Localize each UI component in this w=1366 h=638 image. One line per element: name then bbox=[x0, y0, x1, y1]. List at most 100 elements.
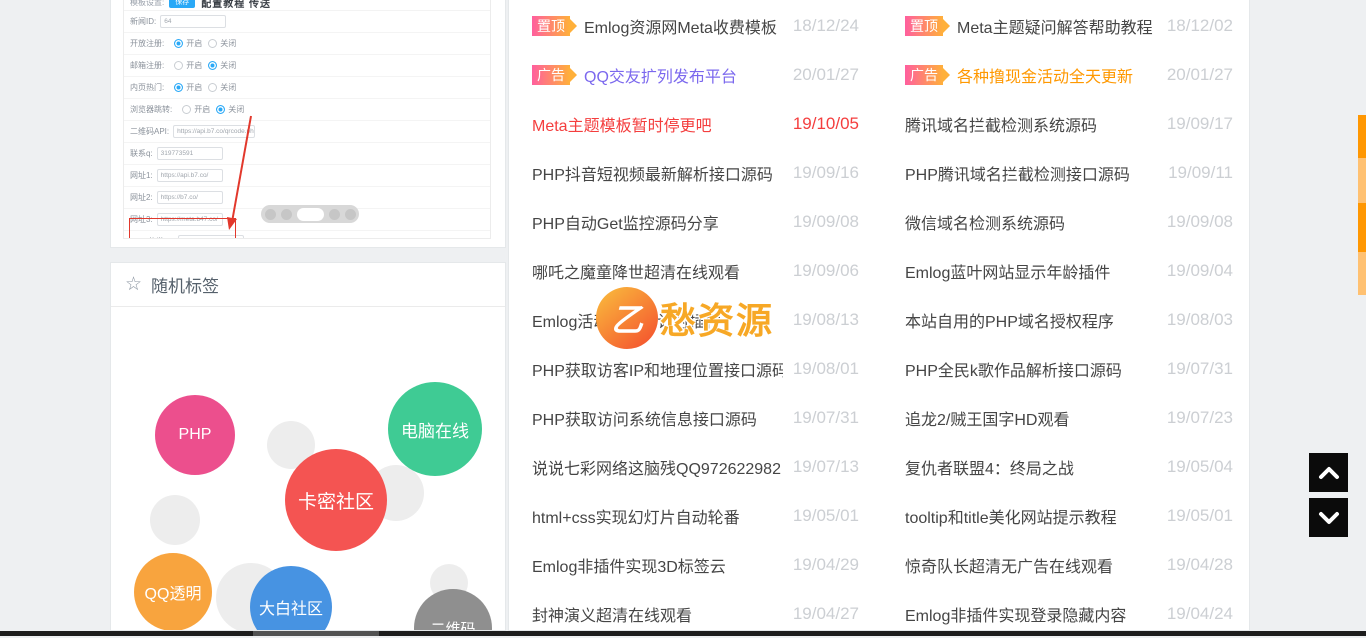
tag-decor-circle bbox=[150, 495, 200, 545]
article-title[interactable]: Emlog非插件实现3D标签云 bbox=[532, 553, 726, 577]
article-link[interactable]: Emlog蓝叶网站显示年龄插件 bbox=[905, 259, 1110, 283]
article-date: 19/09/08 bbox=[1167, 212, 1233, 232]
list-item: 惊奇队长超清无广告在线观看 19/04/28 bbox=[905, 540, 1233, 589]
article-title[interactable]: 复仇者联盟4：终局之战 bbox=[905, 455, 1074, 479]
article-title[interactable]: PHP获取访客IP和地理位置接口源码 bbox=[532, 357, 783, 381]
article-title[interactable]: PHP获取访问系统信息接口源码 bbox=[532, 406, 757, 430]
article-link[interactable]: PHP获取访问系统信息接口源码 bbox=[532, 406, 757, 430]
article-title[interactable]: 追龙2/贼王国字HD观看 bbox=[905, 406, 1069, 430]
list-item: Emlog非插件实现3D标签云19/04/29 bbox=[532, 540, 859, 589]
form-header-row: 模板设置: 保存 配置教程 传送 bbox=[124, 0, 490, 11]
article-link[interactable]: Emlog非插件实现3D标签云 bbox=[532, 553, 726, 577]
form-row: CMS分类ID:83,42,46,59,56,57 bbox=[124, 231, 490, 239]
article-title[interactable]: 微信域名检测系统源码 bbox=[905, 210, 1065, 234]
form-row: 浏览器跳转:开启关闭 bbox=[124, 99, 490, 121]
horizontal-scrollbar-thumb[interactable] bbox=[253, 631, 379, 636]
article-link[interactable]: 置顶Meta主题疑问解答帮助教程 bbox=[905, 14, 1153, 38]
carousel-dot[interactable] bbox=[345, 209, 356, 220]
article-title[interactable]: Emlog非插件实现登录隐藏内容 bbox=[905, 602, 1126, 626]
edge-widget-bar[interactable] bbox=[1358, 203, 1366, 252]
article-title[interactable]: tooltip和title美化网站提示教程 bbox=[905, 504, 1117, 528]
article-link[interactable]: 广告QQ交友扩列发布平台 bbox=[532, 63, 737, 87]
article-link[interactable]: 哪吒之魔童降世超清在线观看 bbox=[532, 259, 740, 283]
article-title[interactable]: Meta主题疑问解答帮助教程 bbox=[957, 14, 1153, 38]
horizontal-scrollbar-track[interactable] bbox=[0, 631, 1366, 636]
radio-option: 开启 bbox=[174, 82, 202, 93]
radio-option: 开启 bbox=[182, 104, 210, 115]
form-field-label: 网址1: bbox=[130, 170, 153, 181]
radio-option: 关闭 bbox=[208, 82, 236, 93]
article-title[interactable]: 说说七彩网络这脑残QQ972622982 bbox=[532, 455, 781, 479]
tag-item[interactable]: 二维码 bbox=[414, 589, 492, 630]
scroll-to-bottom-button[interactable] bbox=[1309, 498, 1348, 537]
carousel-dot[interactable] bbox=[265, 209, 276, 220]
article-title[interactable]: PHP腾讯域名拦截检测接口源码 bbox=[905, 161, 1130, 185]
radio-icon bbox=[174, 39, 183, 48]
radio-label: 开启 bbox=[186, 38, 202, 49]
scroll-to-top-button[interactable] bbox=[1309, 453, 1348, 492]
edge-widget-bar[interactable] bbox=[1358, 252, 1366, 295]
article-title[interactable]: html+css实现幻灯片自动轮番 bbox=[532, 504, 740, 528]
article-link[interactable]: 置顶Emlog资源网Meta收费模板 bbox=[532, 14, 777, 38]
form-row: 网址1: https://api.b7.co/ bbox=[124, 165, 490, 187]
article-link[interactable]: 微信域名检测系统源码 bbox=[905, 210, 1065, 234]
article-link[interactable]: PHP抖音短视频最新解析接口源码 bbox=[532, 161, 773, 185]
carousel-dot[interactable] bbox=[329, 209, 340, 220]
list-item: Emlog蓝叶网站显示年龄插件 19/09/04 bbox=[905, 246, 1233, 295]
form-field-value: 83,42,46,59,56,57 bbox=[178, 235, 244, 239]
radio-label: 开启 bbox=[186, 82, 202, 93]
tag-item[interactable]: 电脑在线 bbox=[388, 382, 482, 476]
tag-item[interactable]: QQ透明 bbox=[134, 553, 212, 630]
tags-card-title: 随机标签 bbox=[151, 272, 219, 297]
article-link[interactable]: Meta主题模板暂时停更吧 bbox=[532, 112, 712, 136]
form-field-value: https://api.b7.co/ bbox=[157, 169, 223, 182]
carousel-dot[interactable] bbox=[297, 208, 324, 221]
list-item: 广告QQ交友扩列发布平台20/01/27 bbox=[532, 50, 859, 99]
radio-label: 关闭 bbox=[228, 104, 244, 115]
radio-icon bbox=[174, 83, 183, 92]
article-link[interactable]: PHP全民k歌作品解析接口源码 bbox=[905, 357, 1122, 381]
article-link[interactable]: tooltip和title美化网站提示教程 bbox=[905, 504, 1117, 528]
article-title[interactable]: PHP抖音短视频最新解析接口源码 bbox=[532, 161, 773, 185]
article-link[interactable]: 复仇者联盟4：终局之战 bbox=[905, 455, 1074, 479]
article-link[interactable]: 惊奇队长超清无广告在线观看 bbox=[905, 553, 1113, 577]
article-link[interactable]: 广告各种撸现金活动全天更新 bbox=[905, 63, 1133, 87]
carousel-dot[interactable] bbox=[281, 209, 292, 220]
article-title[interactable]: PHP全民k歌作品解析接口源码 bbox=[905, 357, 1122, 381]
article-link[interactable]: PHP自动Get监控源码分享 bbox=[532, 210, 719, 234]
article-date: 18/12/02 bbox=[1167, 16, 1233, 36]
article-link[interactable]: 追龙2/贼王国字HD观看 bbox=[905, 406, 1069, 430]
tag-item[interactable]: 卡密社区 bbox=[285, 449, 387, 551]
article-title[interactable]: 封神演义超清在线观看 bbox=[532, 602, 692, 626]
article-title[interactable]: Emlog蓝叶网站显示年龄插件 bbox=[905, 259, 1110, 283]
edge-widget-bar[interactable] bbox=[1358, 158, 1366, 203]
article-title[interactable]: PHP自动Get监控源码分享 bbox=[532, 210, 719, 234]
article-link[interactable]: 腾讯域名拦截检测系统源码 bbox=[905, 112, 1097, 136]
article-title[interactable]: 腾讯域名拦截检测系统源码 bbox=[905, 112, 1097, 136]
article-link[interactable]: 封神演义超清在线观看 bbox=[532, 602, 692, 626]
article-title[interactable]: 哪吒之魔童降世超清在线观看 bbox=[532, 259, 740, 283]
article-link[interactable]: 说说七彩网络这脑残QQ972622982 bbox=[532, 455, 781, 479]
article-link[interactable]: PHP获取访客IP和地理位置接口源码 bbox=[532, 357, 783, 381]
article-title[interactable]: Meta主题模板暂时停更吧 bbox=[532, 112, 712, 136]
article-link[interactable]: PHP腾讯域名拦截检测接口源码 bbox=[905, 161, 1130, 185]
article-date: 19/09/11 bbox=[1168, 163, 1233, 183]
article-link[interactable]: html+css实现幻灯片自动轮番 bbox=[532, 504, 740, 528]
article-link[interactable]: Emlog非插件实现登录隐藏内容 bbox=[905, 602, 1126, 626]
article-title[interactable]: 各种撸现金活动全天更新 bbox=[957, 63, 1133, 87]
article-title[interactable]: 惊奇队长超清无广告在线观看 bbox=[905, 553, 1113, 577]
edge-widget-bar[interactable] bbox=[1358, 115, 1366, 158]
article-link[interactable]: 本站自用的PHP域名授权程序 bbox=[905, 308, 1114, 332]
list-item: 追龙2/贼王国字HD观看19/07/23 bbox=[905, 393, 1233, 442]
carousel-indicator[interactable] bbox=[261, 205, 359, 223]
article-title[interactable]: QQ交友扩列发布平台 bbox=[584, 63, 737, 87]
article-title[interactable]: Emlog资源网Meta收费模板 bbox=[584, 14, 777, 38]
radio-icon bbox=[216, 105, 225, 114]
article-date: 19/04/28 bbox=[1167, 555, 1233, 575]
list-item: 置顶Meta主题疑问解答帮助教程 18/12/02 bbox=[905, 1, 1233, 50]
tag-item[interactable]: PHP bbox=[155, 395, 235, 475]
article-date: 19/09/04 bbox=[1167, 261, 1233, 281]
logo-circle-icon: 乙 bbox=[596, 287, 658, 349]
article-title[interactable]: 本站自用的PHP域名授权程序 bbox=[905, 308, 1114, 332]
article-date: 19/09/06 bbox=[793, 261, 859, 281]
